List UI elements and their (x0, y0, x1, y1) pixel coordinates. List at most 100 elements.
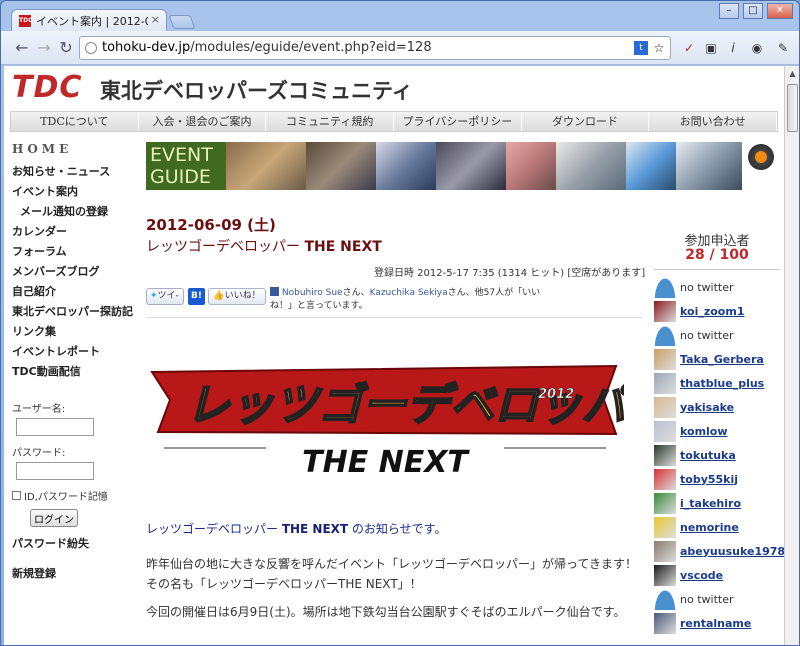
wrench-icon[interactable]: ✎ (775, 40, 791, 56)
twitter-icon: ✦ (150, 291, 158, 301)
participant-name[interactable]: yakisake (680, 401, 734, 414)
participant-name[interactable]: vscode (680, 569, 723, 582)
nav-item-intro[interactable]: 自己紹介 (12, 282, 142, 302)
avatar (654, 516, 676, 538)
menu-item-about[interactable]: TDCについて (11, 112, 139, 131)
nav-item-blog[interactable]: メンバーズブログ (12, 262, 142, 282)
tab-strip: TDC イベント案内 | 2012-06-0 × – □ ✕ (1, 1, 799, 31)
participant-row[interactable]: koi_zoom1 (654, 299, 780, 323)
event-guide-banner: EVENT GUIDE (146, 142, 742, 190)
menu-item-join[interactable]: 入会・退会のご案内 (139, 112, 267, 131)
participant-row[interactable]: i_takehiro (654, 491, 780, 515)
participant-name[interactable]: tokutuka (680, 449, 736, 462)
thumbs-up-icon: 👍 (213, 291, 225, 301)
avatar (654, 492, 676, 514)
register-link[interactable]: 新規登録 (12, 565, 142, 581)
participant-row[interactable]: komlow (654, 419, 780, 443)
participant-name[interactable]: komlow (680, 425, 728, 438)
avatar (654, 420, 676, 442)
scroll-up-icon[interactable]: ▲ (785, 66, 799, 82)
menu-item-privacy[interactable]: プライバシーポリシー (394, 112, 522, 131)
participant-row[interactable]: toby55kij (654, 467, 780, 491)
participant-name[interactable]: koi_zoom1 (680, 305, 744, 318)
password-input[interactable] (16, 462, 94, 480)
tab-active[interactable]: TDC イベント案内 | 2012-06-0 × (11, 9, 167, 31)
globe-icon[interactable]: ◉ (749, 40, 765, 56)
participant-name[interactable]: thatblue_plus (680, 377, 764, 390)
translate-icon[interactable]: t (634, 41, 648, 55)
participant-row[interactable]: Taka_Gerbera (654, 347, 780, 371)
info-icon[interactable]: i (725, 40, 741, 56)
nav-item-news[interactable]: お知らせ・ニュース (12, 162, 142, 182)
tab-close-icon[interactable]: × (151, 13, 160, 26)
minimize-button[interactable]: – (719, 3, 739, 19)
new-tab-button[interactable] (168, 15, 196, 29)
participant-name[interactable]: rentalname (680, 617, 751, 630)
facebook-like-button[interactable]: 👍いいね！ (208, 288, 266, 305)
nav-item-mail-notify[interactable]: メール通知の登録 (12, 202, 142, 222)
url-text: tohoku-dev.jp/modules/eguide/event.php?e… (102, 40, 432, 55)
nav-item-links[interactable]: リンク集 (12, 322, 142, 342)
nav-item-calendar[interactable]: カレンダー (12, 222, 142, 242)
vertical-scrollbar[interactable]: ▲ (784, 66, 799, 645)
forward-icon[interactable]: → (33, 38, 55, 58)
login-button[interactable]: ログイン (30, 509, 78, 527)
tweet-button[interactable]: ✦ツイ- (146, 288, 184, 305)
rss-icon[interactable] (748, 144, 774, 170)
nav-item-reports[interactable]: イベントレポート (12, 342, 142, 362)
tab-title: イベント案内 | 2012-06-0 (36, 15, 148, 28)
nav-item-video[interactable]: TDC動画配信 (12, 362, 142, 382)
tdc-favicon-icon: TDC (19, 15, 32, 27)
participant-name[interactable]: toby55kij (680, 473, 738, 486)
banner-photo (556, 142, 626, 190)
event-title: レッツゴーデベロッパー THE NEXT (146, 239, 382, 255)
participant-row[interactable]: rentalname (654, 611, 780, 635)
participant-row[interactable]: vscode (654, 563, 780, 587)
home-link[interactable]: HOME (12, 142, 142, 156)
extension-icon[interactable]: ✓ (681, 40, 697, 56)
participant-name[interactable]: nemorine (680, 521, 739, 534)
participant-row[interactable]: nemorine (654, 515, 780, 539)
like-summary: Nobuhiro Sueさん、Kazuchika Sekiyaさん、他57人が「… (270, 287, 541, 311)
maximize-button[interactable]: □ (743, 3, 763, 19)
participant-name[interactable]: i_takehiro (680, 497, 741, 510)
menu-item-rules[interactable]: コミュニティ規約 (266, 112, 395, 131)
participant-row: no twitter (654, 323, 780, 347)
nav-item-forum[interactable]: フォーラム (12, 242, 142, 262)
remember-checkbox[interactable] (12, 491, 21, 500)
participant-row[interactable]: yakisake (654, 395, 780, 419)
avatar (654, 372, 676, 394)
remember-checkbox-row[interactable]: ID,パスワード記憶 (12, 488, 142, 503)
star-icon[interactable]: ☆ (652, 41, 666, 55)
participant-row[interactable]: tokutuka (654, 443, 780, 467)
nav-item-events[interactable]: イベント案内 (12, 182, 142, 202)
back-icon[interactable]: ← (11, 38, 33, 58)
description-paragraph: 今回の開催日は6月9日(土)。場所は地下鉄勾当台公園駅すぐそばのエルパーク仙台で… (146, 605, 626, 619)
participants-list: no twitter koi_zoom1no twitter Taka_Gerber… (654, 275, 784, 635)
menu-item-contact[interactable]: お問い合わせ (649, 112, 778, 131)
participant-row[interactable]: thatblue_plus (654, 371, 780, 395)
reload-icon[interactable]: ↻ (55, 38, 77, 58)
address-bar[interactable]: tohoku-dev.jp/modules/eguide/event.php?e… (79, 36, 671, 60)
logo-year-text: 2012 (538, 387, 574, 402)
banner-photo (306, 142, 376, 190)
avatar (654, 300, 676, 322)
participant-name[interactable]: abeyuusuke1978 (680, 545, 784, 558)
banner-photo (376, 142, 436, 190)
participant-name[interactable]: Taka_Gerbera (680, 353, 764, 366)
username-input[interactable] (16, 418, 94, 436)
scrollbar-thumb[interactable] (787, 84, 798, 132)
extension-icon[interactable]: ▣ (703, 40, 719, 56)
site-logo[interactable]: TDC (12, 70, 82, 105)
default-user-icon (654, 276, 676, 298)
participant-row[interactable]: abeyuusuke1978 (654, 539, 784, 563)
page-viewport: TDC 東北デベロッパーズコミュニティ TDCについて 入会・退会のご案内 コミ… (4, 66, 784, 645)
menu-item-download[interactable]: ダウンロード (522, 112, 650, 131)
hatena-bookmark-button[interactable]: B! (188, 288, 205, 305)
forgot-password-link[interactable]: パスワード紛失 (12, 535, 142, 551)
participant-row: no twitter (654, 587, 780, 611)
participant-name: no twitter (680, 328, 734, 342)
close-window-button[interactable]: ✕ (767, 3, 793, 19)
nav-item-visit[interactable]: 東北デベロッパー探訪記 (12, 302, 142, 322)
browser-window: TDC イベント案内 | 2012-06-0 × – □ ✕ ← → ↻ toh… (0, 0, 800, 646)
